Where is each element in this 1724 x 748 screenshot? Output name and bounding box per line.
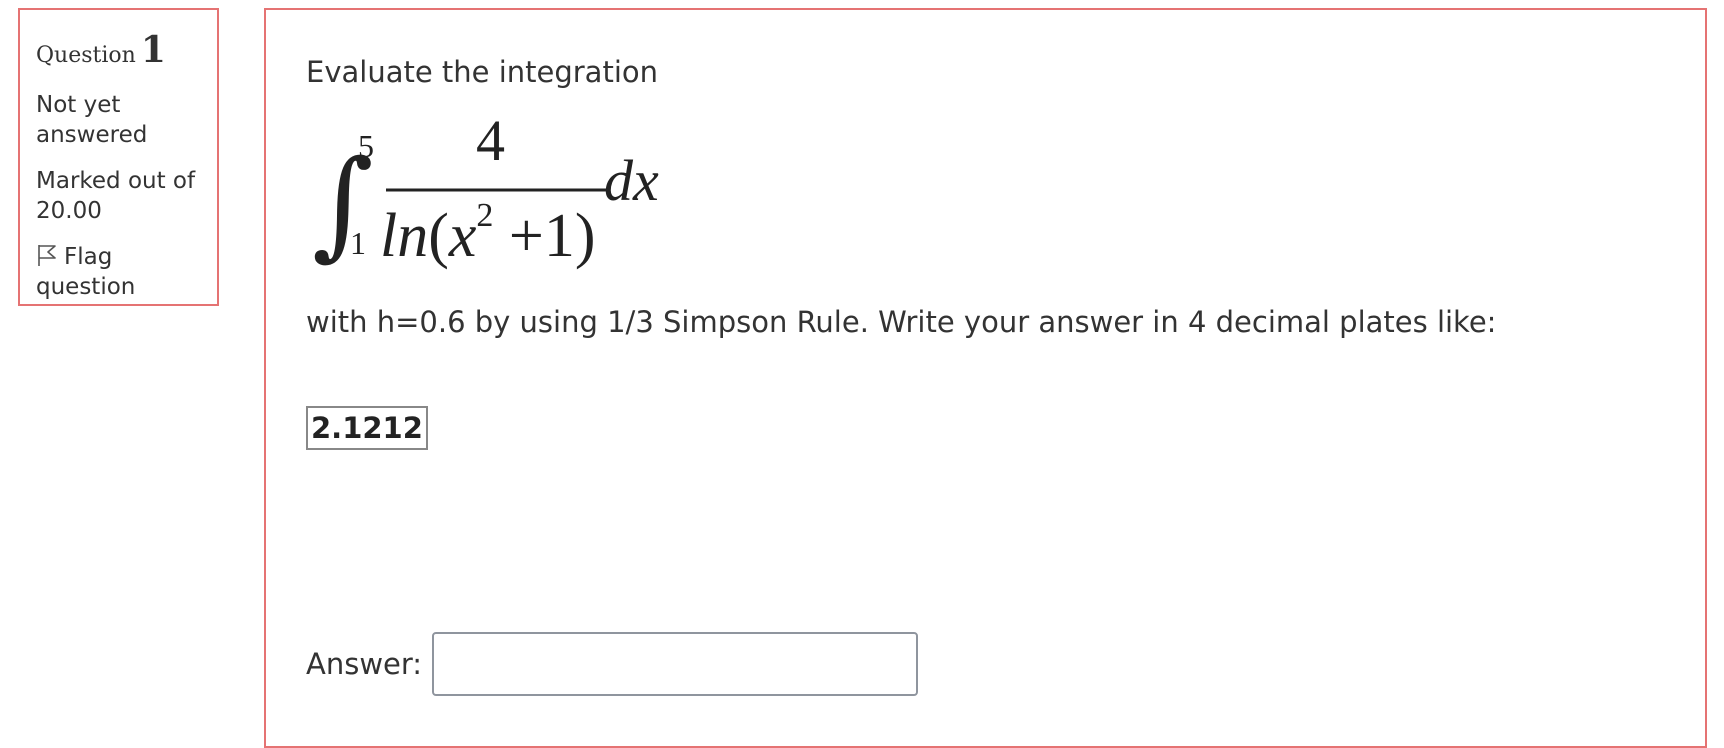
integral-upper-limit: 5 [358, 128, 374, 164]
question-grade: Marked out of 20.00 [36, 168, 196, 224]
question-state: Not yet answered [36, 92, 148, 148]
integral-lower-limit: 1 [350, 225, 366, 261]
answer-label: Answer: [306, 647, 423, 681]
flag-question-link[interactable]: Flag question [36, 242, 203, 302]
integral-differential: dx [604, 148, 659, 213]
answer-input[interactable] [432, 632, 919, 696]
question-instruction-text: with h=0.6 by using 1/3 Simpson Rule. Wr… [306, 305, 1497, 339]
flag-icon[interactable] [36, 243, 58, 267]
question-label: Question [36, 43, 136, 68]
integral-formula: ∫ 5 1 4 ln(x2 +1) dx [312, 110, 659, 272]
question-info-panel: Question 1 Not yet answered Marked out o… [18, 8, 219, 306]
question-intro-text: Evaluate the integration [306, 55, 659, 89]
question-number-value: 1 [140, 29, 166, 71]
fraction-numerator: 4 [476, 110, 505, 173]
question-number: Question 1 [36, 32, 203, 68]
answer-row: Answer: [306, 632, 919, 696]
question-content-panel: Evaluate the integration ∫ 5 1 4 ln(x2 +… [264, 8, 1707, 748]
fraction-denominator: ln(x2 +1) [380, 197, 596, 270]
example-answer-box: 2.1212 [306, 406, 428, 450]
